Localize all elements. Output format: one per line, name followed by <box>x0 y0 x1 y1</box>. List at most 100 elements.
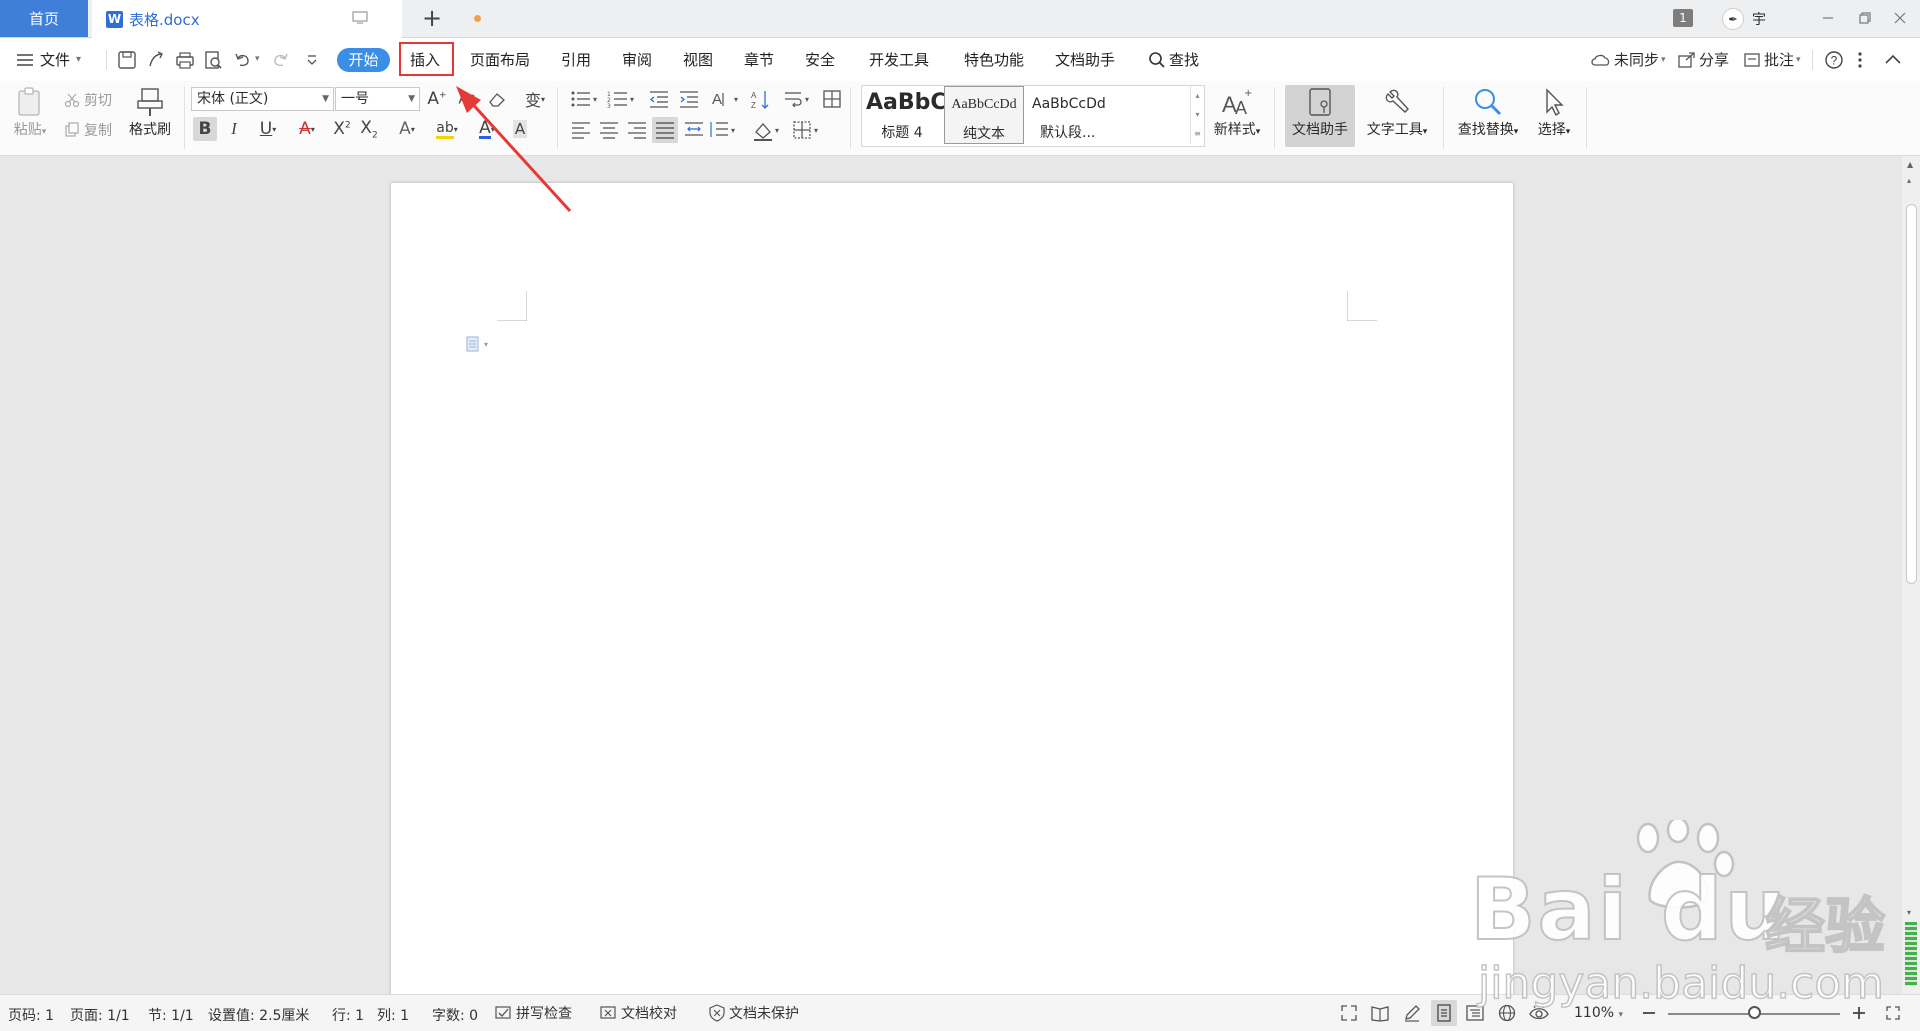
text-effect-button[interactable]: A ▾ <box>390 117 424 141</box>
highlight-button[interactable]: ab ▾ <box>430 117 464 141</box>
increase-font-button[interactable]: A+ <box>425 87 449 111</box>
bold-button[interactable]: B <box>193 117 217 141</box>
restore-button[interactable] <box>1845 4 1885 32</box>
text-tools-button[interactable]: 文字工具▾ <box>1360 85 1434 147</box>
status-row[interactable]: 行: 1 <box>332 1005 364 1025</box>
tab-view[interactable]: 视图 <box>683 48 713 72</box>
char-shading-button[interactable]: A <box>508 117 532 141</box>
select-button[interactable]: 选择▾ <box>1530 85 1578 147</box>
status-column[interactable]: 列: 1 <box>377 1005 409 1025</box>
undo-icon[interactable] <box>233 50 253 70</box>
font-name-select[interactable]: 宋体 (正文) ▼ <box>191 87 334 111</box>
paste-button[interactable]: 粘贴▾ <box>8 85 52 147</box>
find-replace-button[interactable]: 查找替换▾ <box>1452 85 1524 147</box>
redo-icon[interactable] <box>270 50 290 70</box>
window-count-badge[interactable]: 1 <box>1673 9 1693 27</box>
comment-button[interactable]: 批注 ▾ <box>1742 48 1801 72</box>
new-style-button[interactable]: A A + 新样式▾ <box>1208 85 1266 147</box>
styles-scroll[interactable]: ▴ ▾ ≡ <box>1190 86 1204 144</box>
scroll-thumb[interactable] <box>1906 204 1917 584</box>
status-page[interactable]: 页码: 1 <box>8 1005 54 1025</box>
borders-icon[interactable]: ▾ <box>792 120 824 140</box>
status-setting[interactable]: 设置值: 2.5厘米 <box>208 1005 309 1025</box>
sort-icon[interactable]: AZ <box>750 89 772 111</box>
underline-button[interactable]: U ▾ <box>251 117 285 141</box>
status-word-count[interactable]: 字数: 0 <box>432 1005 478 1025</box>
subscript-button[interactable]: X2 <box>357 117 381 141</box>
tab-references[interactable]: 引用 <box>561 48 591 72</box>
document-page[interactable]: ▾ <box>391 183 1513 1003</box>
scroll-up-icon[interactable]: ▲ <box>1907 160 1913 169</box>
chevron-up-icon[interactable]: ▴ <box>1191 86 1204 105</box>
customize-toolbar-icon[interactable] <box>302 50 322 70</box>
status-section[interactable]: 节: 1/1 <box>148 1005 194 1025</box>
justify-button[interactable] <box>652 117 678 143</box>
format-painter-button[interactable]: 格式刷 <box>124 85 176 147</box>
fullscreen-button[interactable] <box>1338 1003 1360 1023</box>
user-account[interactable]: ✒ 宇 <box>1722 8 1766 30</box>
reading-mode-button[interactable] <box>1369 1003 1391 1023</box>
sync-status[interactable]: 未同步 ▾ <box>1590 48 1666 72</box>
tab-home[interactable]: 首页 <box>0 0 88 37</box>
export-pdf-icon[interactable] <box>146 50 166 70</box>
status-pages[interactable]: 页面: 1/1 <box>70 1005 130 1025</box>
tab-page-layout[interactable]: 页面布局 <box>470 48 530 72</box>
style-default-paragraph[interactable]: AaBbCcDd 默认段... <box>1026 86 1126 144</box>
tab-start[interactable]: 开始 <box>337 48 390 72</box>
undo-dropdown-icon[interactable]: ▾ <box>255 54 260 64</box>
tab-review[interactable]: 审阅 <box>622 48 652 72</box>
new-tab-button[interactable]: + <box>418 4 446 32</box>
save-icon[interactable] <box>117 50 137 70</box>
decrease-indent-icon[interactable] <box>648 89 670 109</box>
align-right-icon[interactable] <box>626 120 648 140</box>
font-color-button[interactable]: A ▾ <box>470 117 504 141</box>
style-heading-4[interactable]: AaBbC 标题 4 <box>862 86 947 144</box>
tab-features[interactable]: 特色功能 <box>964 48 1024 72</box>
cut-button[interactable]: 剪切 <box>64 90 112 110</box>
search-command[interactable]: 查找 <box>1148 48 1199 72</box>
text-direction-icon[interactable]: A ▾ <box>710 89 742 109</box>
more-options-icon[interactable] <box>1856 50 1864 70</box>
shading-icon[interactable]: ▾ <box>752 120 784 142</box>
scroll-up-icon[interactable]: ▴ <box>1907 176 1911 185</box>
table-tools-icon[interactable] <box>822 89 844 109</box>
minimize-button[interactable] <box>1808 4 1848 32</box>
strikethrough-button[interactable]: A ▾ <box>290 117 324 141</box>
tab-security[interactable]: 安全 <box>805 48 835 72</box>
decrease-font-button[interactable]: A− <box>455 87 479 111</box>
superscript-button[interactable]: X2 <box>330 117 354 141</box>
line-spacing-icon[interactable]: ▾ <box>708 120 740 140</box>
share-button[interactable]: 分享 <box>1677 48 1729 72</box>
print-icon[interactable] <box>175 50 195 70</box>
scroll-down-icon[interactable]: ▾ <box>1907 908 1911 917</box>
tab-doc-assistant[interactable]: 文档助手 <box>1055 48 1115 72</box>
style-plain-text[interactable]: AaBbCcDd 纯文本 <box>944 86 1024 144</box>
pinyin-button[interactable]: 变 ▾ <box>518 87 552 111</box>
edit-mode-button[interactable] <box>1401 1003 1423 1023</box>
chevron-down-icon[interactable]: ▾ <box>1191 105 1204 124</box>
print-preview-icon[interactable] <box>203 50 223 70</box>
clear-format-button[interactable] <box>485 87 509 111</box>
close-button[interactable] <box>1880 4 1920 32</box>
monitor-icon[interactable] <box>352 11 368 24</box>
help-icon[interactable]: ? <box>1824 50 1844 70</box>
line-spacing-options-icon[interactable]: ▾ <box>783 89 813 109</box>
align-left-icon[interactable] <box>570 120 592 140</box>
paragraph-options[interactable]: ▾ <box>465 335 488 353</box>
increase-indent-icon[interactable] <box>678 89 700 109</box>
distributed-align-icon[interactable] <box>683 120 705 140</box>
protect-status[interactable]: 文档未保护 <box>708 1003 799 1023</box>
doc-assistant-button[interactable]: 文档助手 <box>1285 85 1355 147</box>
italic-button[interactable]: I <box>222 117 246 141</box>
copy-button[interactable]: 复制 <box>64 120 112 140</box>
proofread-button[interactable]: 文档校对 <box>600 1003 677 1023</box>
vertical-scrollbar[interactable]: ▲ ▴ ▾ <box>1902 156 1920 994</box>
collapse-ribbon-icon[interactable] <box>1884 52 1902 66</box>
tab-chapter[interactable]: 章节 <box>744 48 774 72</box>
bullet-list-icon[interactable]: ▾ <box>570 89 600 109</box>
align-center-icon[interactable] <box>598 120 620 140</box>
numbered-list-icon[interactable]: 123▾ <box>607 89 637 109</box>
page-view-button[interactable] <box>1431 1000 1457 1026</box>
tab-document[interactable]: W 表格.docx <box>92 0 481 38</box>
tab-developer[interactable]: 开发工具 <box>869 48 929 72</box>
